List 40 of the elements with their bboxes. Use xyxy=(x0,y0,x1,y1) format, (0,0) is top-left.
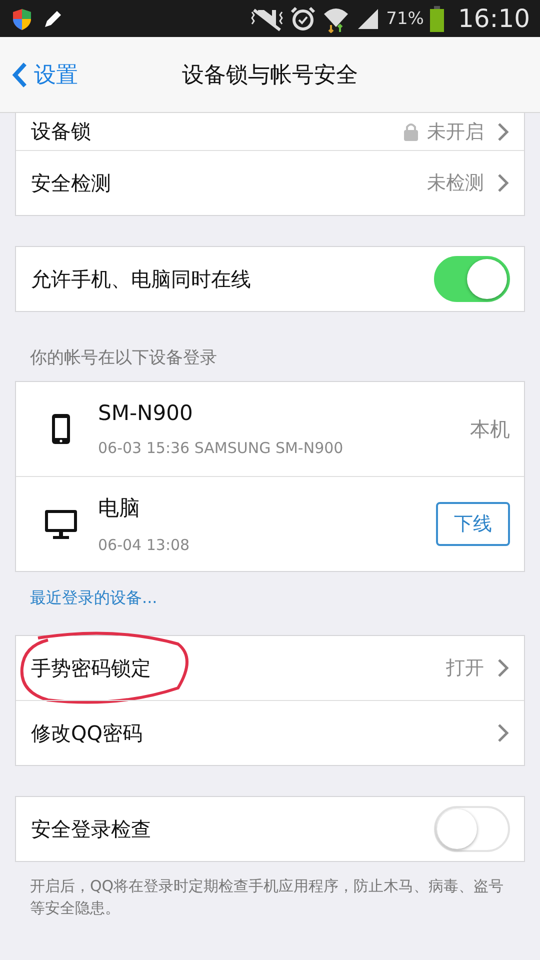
chevron-icon xyxy=(12,62,28,88)
signal-icon xyxy=(356,6,380,30)
device-detail: 06-03 15:36 SAMSUNG SM-N900 xyxy=(98,439,344,457)
lock-icon xyxy=(403,122,419,142)
chevron-icon xyxy=(496,122,510,142)
chevron-icon xyxy=(496,658,510,678)
device-name: 电脑 xyxy=(98,495,141,522)
row-label: 手势密码锁定 xyxy=(31,654,151,682)
back-button[interactable]: 设置 xyxy=(0,60,78,90)
chevron-icon xyxy=(496,723,510,743)
row-label: 安全登录检查 xyxy=(31,816,151,842)
row-label: 允许手机、电脑同时在线 xyxy=(31,266,251,292)
row-label: 修改QQ密码 xyxy=(31,720,142,746)
logout-button[interactable]: 下线 xyxy=(436,502,510,546)
settings-item[interactable]: 手势密码锁定 打开 xyxy=(16,636,524,700)
screen-title: 设备锁与帐号安全 xyxy=(182,62,358,90)
row-value: 未检测 xyxy=(427,171,484,196)
section-header: 你的帐号在以下设备登录 xyxy=(29,347,218,370)
row-label: 设备锁 xyxy=(31,118,91,145)
row-label: 安全检测 xyxy=(31,170,111,196)
footer-note: 开启后，QQ将在登录时定期检查手机应用程序，防止木马、病毒、盗号等安全隐患。 xyxy=(29,876,505,919)
phone-icon xyxy=(50,413,72,445)
chevron-icon xyxy=(496,173,510,193)
device-status: 本机 xyxy=(470,416,510,442)
device-detail: 06-04 13:08 xyxy=(98,536,191,554)
battery-icon xyxy=(430,6,444,32)
recent-devices-link[interactable]: 最近登录的设备... xyxy=(0,572,188,627)
settings-item[interactable]: 修改QQ密码 xyxy=(16,700,524,765)
row-value: 未开启 xyxy=(427,120,484,144)
battery-percent: 71% xyxy=(386,8,424,28)
toggle-switch[interactable] xyxy=(434,256,510,302)
clock-time: 16:10 xyxy=(458,4,530,33)
monitor-icon xyxy=(44,509,78,539)
settings-item[interactable]: 安全检测 未检测 xyxy=(16,150,524,215)
alarm-icon xyxy=(290,6,316,32)
toggle-switch[interactable] xyxy=(434,806,510,852)
settings-item[interactable]: 设备锁 未开启 xyxy=(16,113,524,150)
row-value: 打开 xyxy=(446,656,484,681)
device-name: SM-N900 xyxy=(98,401,194,425)
shield-icon xyxy=(10,6,34,30)
